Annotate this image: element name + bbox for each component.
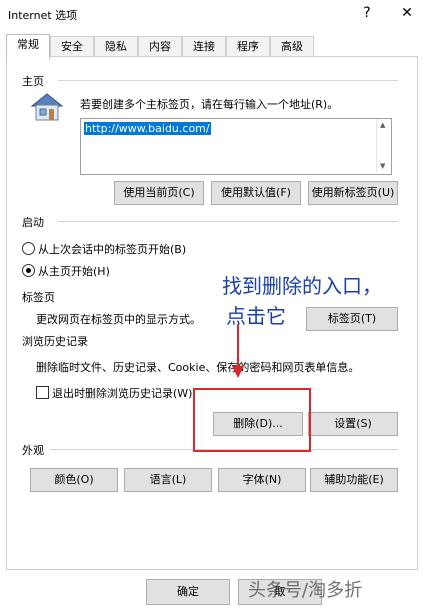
homepage-url-field[interactable]: http://www.baidu.com/ ▲ ▼: [80, 118, 392, 175]
tab-programs[interactable]: 程序: [226, 36, 270, 57]
scroll-up-icon[interactable]: ▲: [380, 121, 385, 129]
tab-content[interactable]: 内容: [138, 36, 182, 57]
tab-advanced[interactable]: 高级: [270, 36, 314, 57]
url-scrollbar[interactable]: ▲ ▼: [376, 119, 391, 172]
window-title: Internet 选项: [8, 9, 78, 22]
radio-homepage-label: 从主页开始(H): [38, 265, 110, 278]
tabs-description: 更改网页在标签页中的显示方式。: [36, 313, 201, 326]
tab-connections[interactable]: 连接: [182, 36, 226, 57]
history-description: 删除临时文件、历史记录、Cookie、保存的密码和网页表单信息。: [36, 361, 360, 374]
radio-last-session-label: 从上次会话中的标签页开始(B): [38, 243, 187, 256]
accessibility-button[interactable]: 辅助功能(E): [310, 468, 398, 492]
delete-highlight-box: [193, 388, 311, 452]
close-button[interactable]: ✕: [392, 2, 422, 24]
history-section-title: 浏览历史记录: [22, 335, 88, 348]
radio-homepage[interactable]: [22, 264, 35, 277]
startup-separator: [58, 221, 398, 222]
colors-button[interactable]: 颜色(O): [30, 468, 118, 492]
title-bar: Internet 选项 ? ✕: [0, 0, 427, 28]
fonts-button[interactable]: 字体(N): [218, 468, 306, 492]
homepage-separator: [58, 80, 398, 81]
tab-privacy[interactable]: 隐私: [94, 36, 138, 57]
languages-button[interactable]: 语言(L): [124, 468, 212, 492]
scroll-down-icon[interactable]: ▼: [380, 162, 385, 170]
house-icon: [30, 92, 64, 125]
tab-general[interactable]: 常规: [6, 34, 50, 59]
tabs-section-title: 标签页: [22, 291, 55, 304]
radio-last-session[interactable]: [22, 242, 35, 255]
startup-section-title: 启动: [22, 216, 44, 229]
use-default-button[interactable]: 使用默认值(F): [211, 181, 301, 205]
delete-on-exit-checkbox[interactable]: [36, 386, 49, 399]
watermark: 头条号/淘多折: [248, 580, 363, 601]
homepage-url-value: http://www.baidu.com/: [84, 122, 211, 135]
help-button[interactable]: ?: [352, 2, 382, 24]
use-current-button[interactable]: 使用当前页(C): [114, 181, 204, 205]
ok-button[interactable]: 确定: [146, 579, 230, 605]
homepage-section-title: 主页: [22, 75, 44, 88]
tabs-settings-button[interactable]: 标签页(T): [306, 307, 398, 331]
history-settings-button[interactable]: 设置(S): [308, 412, 398, 436]
appearance-section-title: 外观: [22, 444, 44, 457]
tab-security[interactable]: 安全: [50, 36, 94, 57]
delete-on-exit-label: 退出时删除浏览历史记录(W): [52, 387, 193, 400]
use-new-tab-button[interactable]: 使用新标签页(U): [308, 181, 398, 205]
annotation-arrow-icon: [230, 322, 246, 383]
radio-selected-dot: [26, 268, 31, 273]
annotation-line-1: 找到删除的入口，: [222, 274, 382, 298]
homepage-description: 若要创建多个主标签页，请在每行输入一个地址(R)。: [80, 98, 339, 111]
